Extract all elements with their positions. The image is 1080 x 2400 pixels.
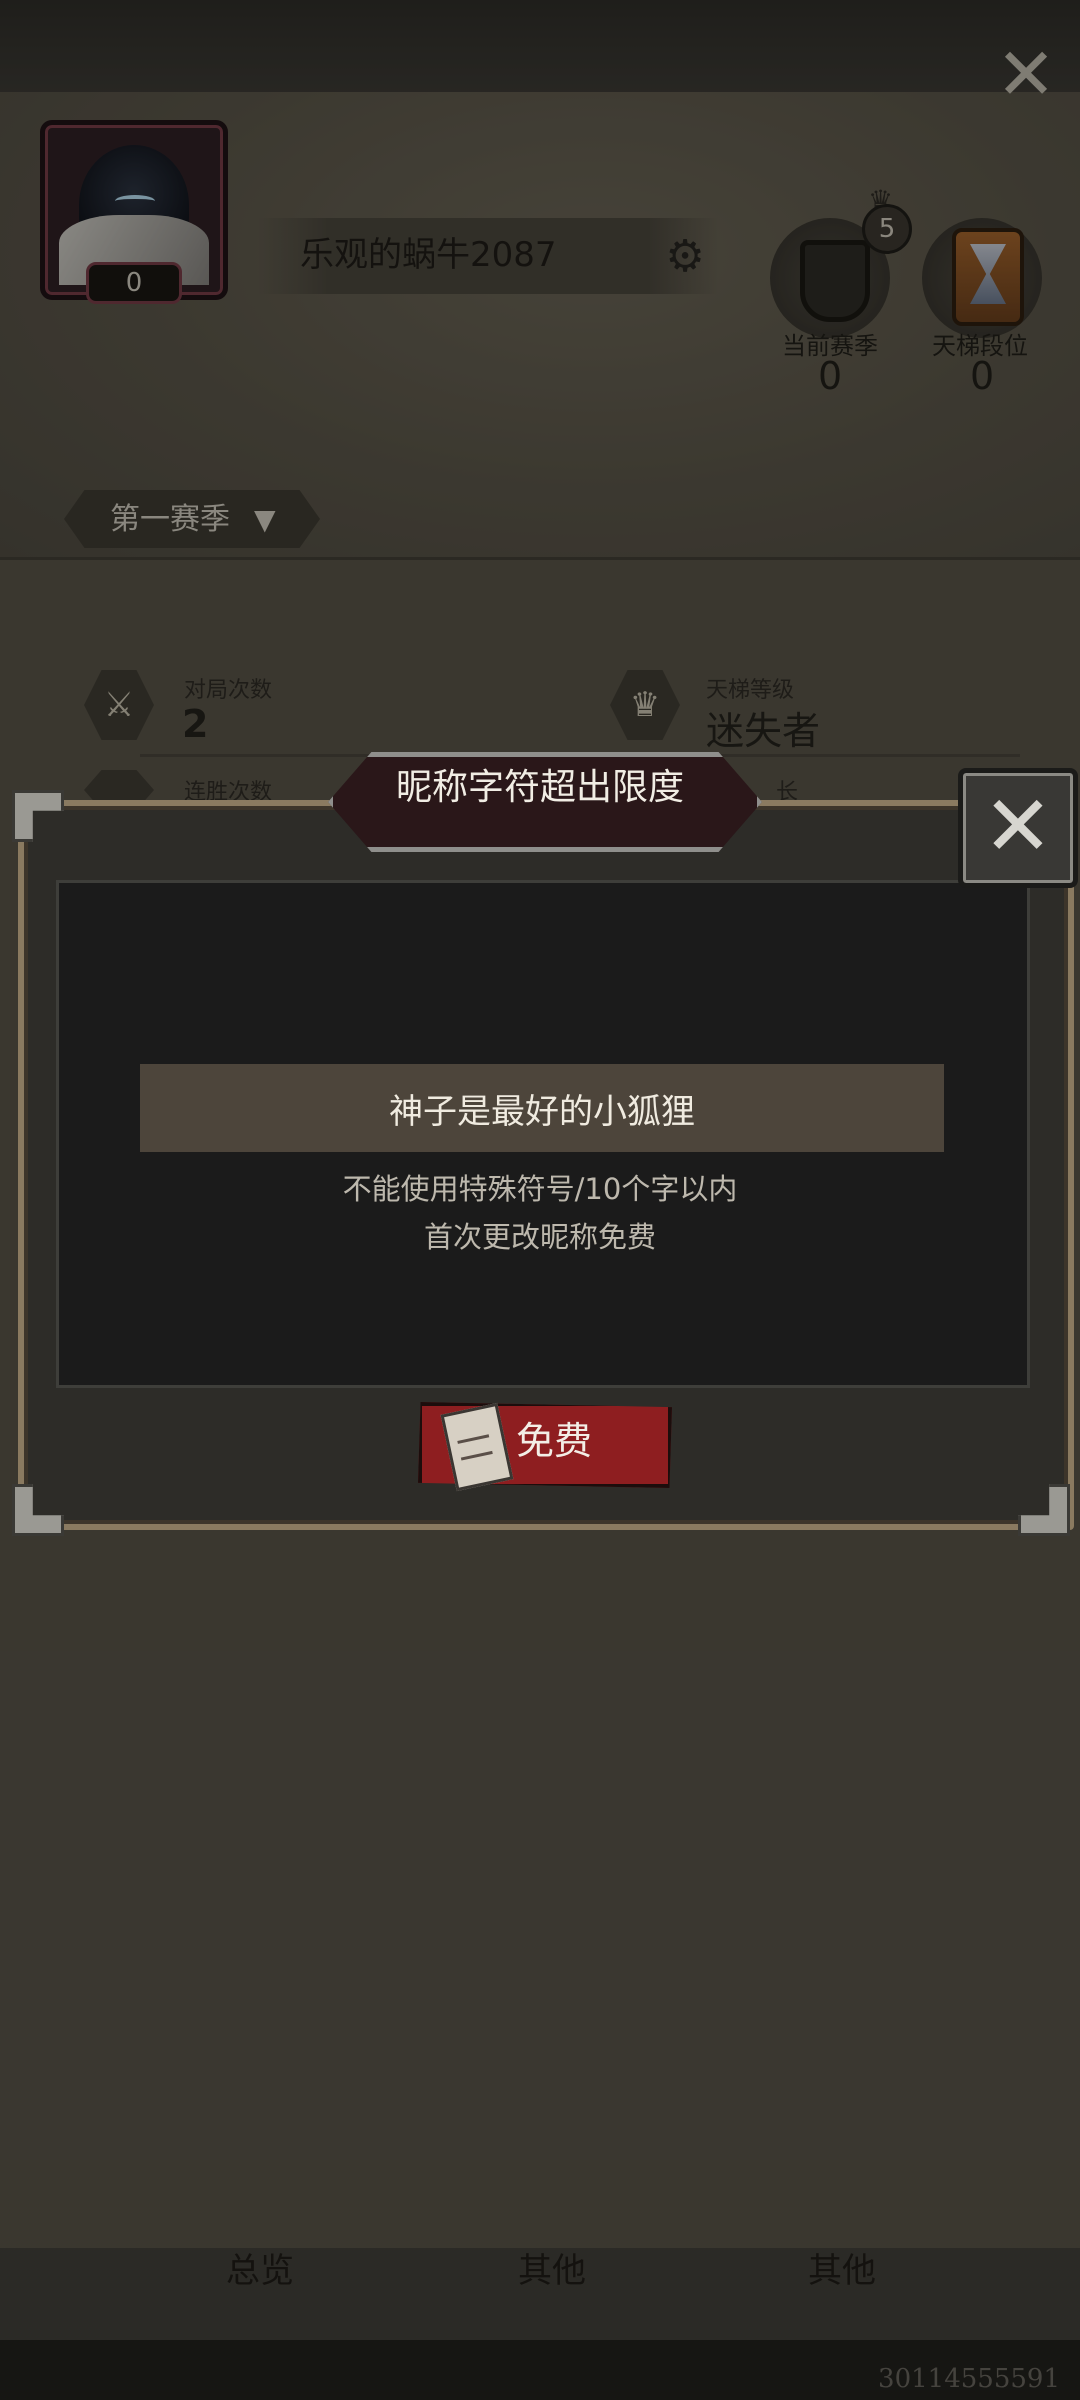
dialog-title: 昵称字符超出限度: [395, 767, 684, 808]
free-rename-label: 免费: [516, 1419, 593, 1463]
close-icon[interactable]: ✕: [958, 768, 1078, 888]
nickname-input[interactable]: [140, 1064, 944, 1152]
free-rename-hint: 首次更改昵称免费: [423, 1220, 656, 1254]
nickname-rule-hint: 不能使用特殊符号/10个字以内: [342, 1172, 738, 1206]
